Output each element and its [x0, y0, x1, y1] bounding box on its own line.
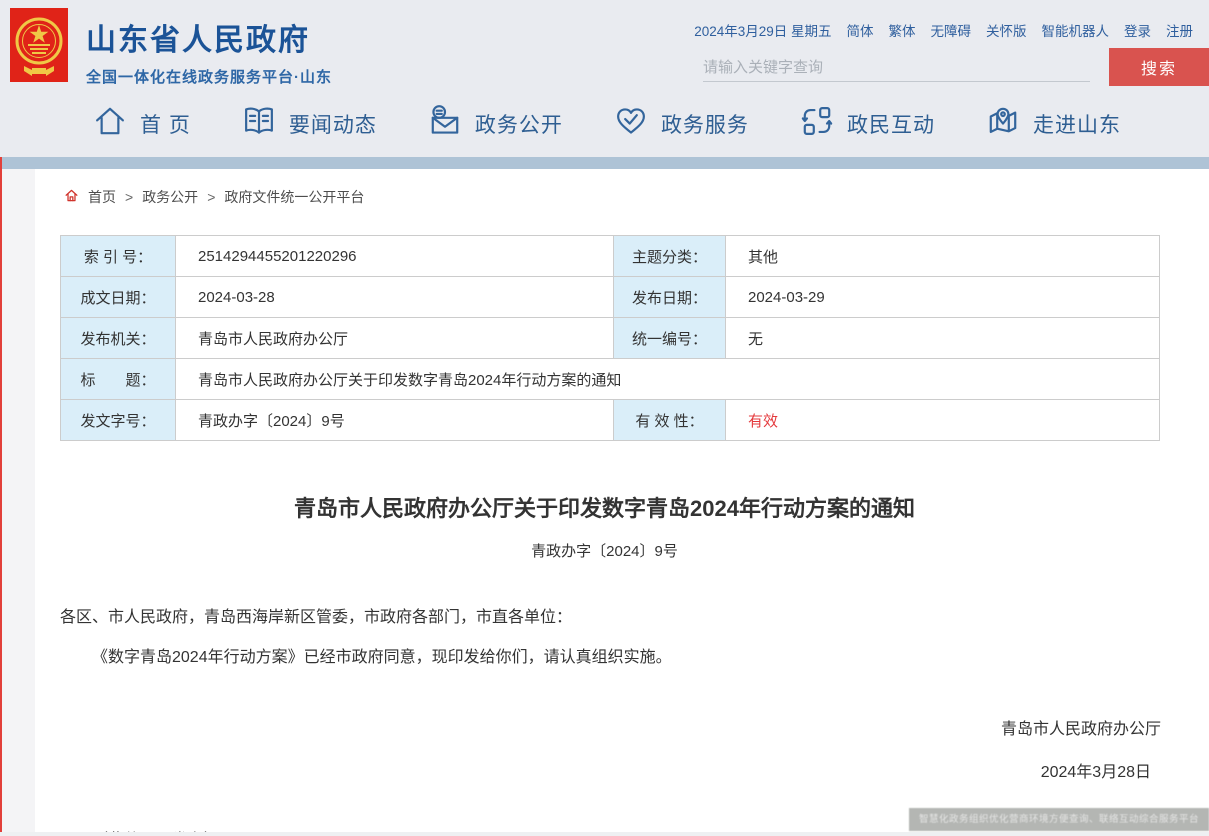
site-title: 山东省人民政府: [86, 15, 332, 59]
meta-value-doc-number: 青政办字〔2024〕9号: [176, 400, 614, 441]
link-smart-robot[interactable]: 智能机器人: [1042, 20, 1110, 40]
link-traditional[interactable]: 繁体: [889, 20, 916, 40]
meta-label-index: 索 引 号：: [61, 236, 176, 277]
meta-value-written-date: 2024-03-28: [176, 277, 614, 318]
table-row: 发布机关： 青岛市人民政府办公厅 统一编号： 无: [61, 318, 1160, 359]
document-meta-table: 索 引 号： 2514294455201220296 主题分类： 其他 成文日期…: [60, 235, 1160, 441]
link-care-version[interactable]: 关怀版: [986, 20, 1027, 40]
breadcrumb-separator: >: [207, 189, 215, 205]
national-emblem-icon: [10, 8, 68, 82]
search-bar: 搜索: [703, 46, 1209, 86]
nav-label: 要闻动态: [289, 109, 377, 139]
nav-item-news[interactable]: 要闻动态: [241, 103, 377, 144]
document-number: 青政办字〔2024〕9号: [0, 540, 1209, 561]
breadcrumb-gov-info[interactable]: 政务公开: [142, 187, 198, 207]
envelope-icon: [427, 103, 463, 144]
home-icon: [64, 188, 79, 206]
document-title: 青岛市人民政府办公厅关于印发数字青岛2024年行动方案的通知: [0, 491, 1209, 523]
meta-label-unified-no: 统一编号：: [614, 318, 726, 359]
nav-item-gov-info[interactable]: 政务公开: [427, 103, 563, 144]
document-signer: 青岛市人民政府办公厅: [0, 715, 1209, 739]
home-icon: [92, 103, 128, 144]
nav-item-home[interactable]: 首 页: [92, 103, 191, 144]
table-row: 发文字号： 青政办字〔2024〕9号 有 效 性： 有效: [61, 400, 1160, 441]
nav-divider-bar: [0, 157, 1209, 169]
meta-value-publish-date: 2024-03-29: [726, 277, 1160, 318]
book-icon: [241, 103, 277, 144]
document-sign-date: 2024年3月28日: [0, 758, 1209, 782]
link-login[interactable]: 登录: [1124, 20, 1151, 40]
main-content: 首页 > 政务公开 > 政府文件统一公开平台 索 引 号： 2514294455…: [0, 169, 1209, 836]
main-nav: 首 页 要闻动态 政务公开 政务服务 政民互动: [0, 90, 1209, 157]
map-pin-icon: [985, 103, 1021, 144]
nav-label: 政务服务: [661, 109, 749, 139]
meta-value-category: 其他: [726, 236, 1160, 277]
current-date: 2024年3月29日 星期五: [694, 20, 831, 40]
link-register[interactable]: 注册: [1166, 20, 1193, 40]
site-subtitle: 全国一体化在线政务服务平台·山东: [86, 66, 332, 87]
site-header: 山东省人民政府 全国一体化在线政务服务平台·山东 2024年3月29日 星期五 …: [0, 0, 1209, 90]
meta-label-publish-date: 发布日期：: [614, 277, 726, 318]
breadcrumb-platform[interactable]: 政府文件统一公开平台: [224, 187, 364, 207]
page: 山东省人民政府 全国一体化在线政务服务平台·山东 2024年3月29日 星期五 …: [0, 0, 1209, 836]
meta-label-issuer: 发布机关：: [61, 318, 176, 359]
document-body: 《数字青岛2024年行动方案》已经市政府同意，现印发给你们，请认真组织实施。: [60, 643, 1149, 667]
meta-value-unified-no: 无: [726, 318, 1160, 359]
bottom-strip: [0, 832, 1209, 836]
meta-label-validity: 有 效 性：: [614, 400, 726, 441]
heart-icon: [613, 103, 649, 144]
breadcrumb-home[interactable]: 首页: [88, 187, 116, 207]
meta-value-issuer: 青岛市人民政府办公厅: [176, 318, 614, 359]
table-row: 成文日期： 2024-03-28 发布日期： 2024-03-29: [61, 277, 1160, 318]
meta-label-doc-number: 发文字号：: [61, 400, 176, 441]
search-button[interactable]: 搜索: [1109, 48, 1209, 86]
nav-item-about-shandong[interactable]: 走进山东: [985, 103, 1121, 144]
document-salutation: 各区、市人民政府，青岛西海岸新区管委，市政府各部门，市直各单位：: [60, 603, 1149, 627]
meta-label-written-date: 成文日期：: [61, 277, 176, 318]
table-row: 标 题： 青岛市人民政府办公厅关于印发数字青岛2024年行动方案的通知: [61, 359, 1160, 400]
exchange-icon: [799, 103, 835, 144]
meta-label-title: 标 题：: [61, 359, 176, 400]
search-input[interactable]: [703, 54, 1090, 82]
link-accessibility[interactable]: 无障碍: [931, 20, 972, 40]
nav-label: 政务公开: [475, 109, 563, 139]
watermark-text: 智慧化政务组织优化营商环境方便查询、联络互动综合服务平台: [909, 808, 1209, 831]
table-row: 索 引 号： 2514294455201220296 主题分类： 其他: [61, 236, 1160, 277]
breadcrumb-separator: >: [125, 189, 133, 205]
nav-label: 首 页: [140, 109, 191, 139]
breadcrumb: 首页 > 政务公开 > 政府文件统一公开平台: [64, 187, 1209, 207]
site-title-block: 山东省人民政府 全国一体化在线政务服务平台·山东: [86, 15, 332, 87]
meta-value-validity: 有效: [726, 400, 1160, 441]
nav-item-interaction[interactable]: 政民互动: [799, 103, 935, 144]
top-utility-bar: 2024年3月29日 星期五 简体 繁体 无障碍 关怀版 智能机器人 登录 注册: [694, 20, 1193, 40]
nav-label: 走进山东: [1033, 109, 1121, 139]
nav-label: 政民互动: [847, 109, 935, 139]
meta-value-index: 2514294455201220296: [176, 236, 614, 277]
meta-label-category: 主题分类：: [614, 236, 726, 277]
link-simplified[interactable]: 简体: [847, 20, 874, 40]
meta-value-title: 青岛市人民政府办公厅关于印发数字青岛2024年行动方案的通知: [176, 359, 1160, 400]
nav-item-services[interactable]: 政务服务: [613, 103, 749, 144]
